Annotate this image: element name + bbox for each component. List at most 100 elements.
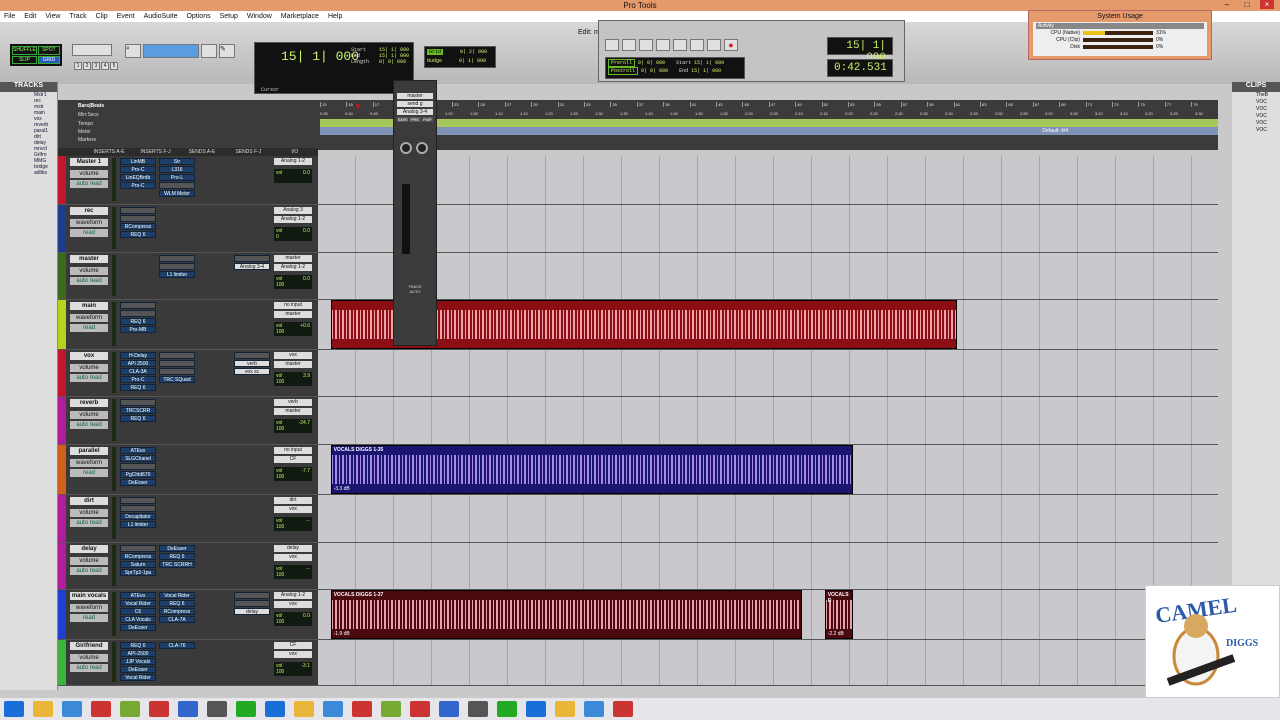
insert-slot[interactable]: Pro-MB (120, 326, 156, 333)
insert-slot[interactable] (159, 182, 195, 189)
insert-slot[interactable]: Decapitator (120, 513, 156, 520)
fast-forward-icon[interactable] (656, 39, 670, 51)
automation-mode[interactable]: read (70, 324, 108, 332)
app-taskbar-icon[interactable] (497, 701, 517, 717)
insert-slot[interactable]: PgChld670 (120, 471, 156, 478)
online-button[interactable] (605, 39, 619, 51)
zoom-preset-1[interactable]: 1 (74, 62, 82, 70)
volume-display[interactable]: vol 0.0 100 (274, 275, 312, 289)
clips-list-item[interactable]: VOC (1232, 113, 1280, 120)
io-selector[interactable]: master (274, 311, 312, 318)
insert-slot[interactable]: RCompress (120, 553, 156, 560)
track-name[interactable]: main (70, 302, 108, 310)
track-view-selector[interactable]: volume (70, 557, 108, 565)
app-taskbar-icon[interactable] (265, 701, 285, 717)
strip-output[interactable]: Analog 3-4 (397, 109, 433, 115)
track-lane[interactable] (318, 350, 1218, 396)
insert-slot[interactable] (120, 310, 156, 317)
send-slot[interactable] (234, 255, 270, 262)
insert-slot[interactable]: DeEsser (120, 624, 156, 631)
volume-display[interactable]: vol 0.0 100 (274, 612, 312, 626)
insert-slot[interactable]: REQ 6 (120, 231, 156, 238)
nudge-value[interactable]: 0| 1| 000 (459, 58, 486, 64)
insert-slot[interactable]: JJP Vocals (120, 658, 156, 665)
track-lane[interactable] (318, 205, 1218, 252)
transport-bars-counter[interactable]: 15| 1| 000 (827, 37, 893, 64)
app-taskbar-icon[interactable] (613, 701, 633, 717)
insert-slot[interactable]: REQ 6 (159, 553, 195, 560)
strip-send[interactable]: send g (397, 101, 433, 107)
app-taskbar-icon[interactable] (236, 701, 256, 717)
track-view-selector[interactable]: volume (70, 654, 108, 662)
menu-view[interactable]: View (45, 13, 60, 20)
zoom-preset-2[interactable]: 2 (83, 62, 91, 70)
track-view-selector[interactable]: volume (70, 509, 108, 517)
send-slot[interactable]: Analog 3-4 (234, 263, 270, 270)
insert-slot[interactable]: Str (159, 158, 195, 165)
app-taskbar-icon[interactable] (468, 701, 488, 717)
io-selector[interactable]: CF (274, 642, 312, 649)
media-taskbar-icon[interactable] (91, 701, 111, 717)
track-view-selector[interactable]: volume (70, 364, 108, 372)
mode-spot[interactable]: SPOT (37, 46, 60, 55)
insert-slot[interactable]: RCompress (120, 223, 156, 230)
insert-slot[interactable]: CLA Vocals (120, 616, 156, 623)
insert-slot[interactable]: Pro-L (159, 174, 195, 181)
insert-slot[interactable]: Vocal Rider (120, 600, 156, 607)
menu-options[interactable]: Options (186, 13, 210, 20)
menu-help[interactable]: Help (328, 13, 342, 20)
volume-display[interactable]: vol -7.7 100 (274, 467, 312, 481)
track-lane[interactable] (318, 543, 1218, 589)
mode-grid[interactable]: GRID (37, 55, 60, 64)
menu-setup[interactable]: Setup (220, 13, 238, 20)
track-name[interactable]: rec (70, 207, 108, 215)
automation-mode[interactable]: auto read (70, 664, 108, 672)
menu-clip[interactable]: Clip (96, 13, 108, 20)
insert-slot[interactable]: L1 limiter (120, 521, 156, 528)
track-name[interactable]: Master 1 (70, 158, 108, 166)
track-view-selector[interactable]: waveform (70, 604, 108, 612)
audio-clip[interactable]: VOCALS DIGGS 1-37 -1.9 dB (330, 590, 803, 639)
chrome-taskbar-icon[interactable] (439, 701, 459, 717)
insert-slot[interactable]: L1 limiter (159, 271, 195, 278)
app-taskbar-icon[interactable] (207, 701, 227, 717)
track-lane[interactable]: VOCALS DIGGS 1-37 -1.9 dB VOCALS D -2.2 dB (318, 590, 1218, 639)
files-taskbar-icon[interactable] (62, 701, 82, 717)
volume-display[interactable]: vol 0.0 0 (274, 227, 312, 241)
menu-marketplace[interactable]: Marketplace (281, 13, 319, 20)
io-selector[interactable]: no input (274, 447, 312, 454)
close-button[interactable]: × (1260, 0, 1274, 9)
insert-slot[interactable]: Pro-C (120, 182, 156, 189)
strip-pre-button[interactable]: PRE (409, 117, 421, 122)
insert-slot[interactable]: DeEsser (120, 479, 156, 486)
pan-knob-left[interactable] (400, 142, 412, 154)
insert-slot[interactable]: LinMB (120, 158, 156, 165)
insert-slot[interactable]: CLA-3A (120, 368, 156, 375)
record-icon[interactable]: ● (724, 39, 738, 51)
insert-slot[interactable]: ATEvo (120, 447, 156, 454)
track-view-selector[interactable]: volume (70, 411, 108, 419)
insert-slot[interactable] (159, 368, 195, 375)
insert-slot[interactable] (120, 545, 156, 552)
app-taskbar-icon[interactable] (555, 701, 575, 717)
io-selector[interactable]: dirt (274, 497, 312, 504)
io-selector[interactable]: CF (274, 456, 312, 463)
automation-mode[interactable]: auto read (70, 180, 108, 188)
clips-list-item[interactable]: VOC (1232, 106, 1280, 113)
io-selector[interactable]: verb (274, 399, 312, 406)
insert-slot[interactable]: TRC SQuad (159, 376, 195, 383)
io-selector[interactable]: vox (274, 601, 312, 608)
io-selector[interactable]: Analog 3 (274, 207, 312, 214)
return-to-zero-icon[interactable] (622, 39, 636, 51)
volume-fader[interactable] (402, 184, 410, 254)
insert-slot[interactable]: C6 (120, 608, 156, 615)
automation-mode[interactable]: read (70, 229, 108, 237)
speaker-tool-icon[interactable] (201, 44, 217, 58)
automation-mode[interactable]: auto read (70, 374, 108, 382)
mode-shuffle[interactable]: SHUFFLE (12, 46, 37, 55)
volume-display[interactable]: vol 0.0 (274, 169, 312, 183)
track-lane[interactable] (318, 253, 1218, 299)
automation-mode[interactable]: read (70, 614, 108, 622)
insert-slot[interactable]: SLGChanel (120, 455, 156, 462)
insert-slot[interactable] (120, 463, 156, 470)
